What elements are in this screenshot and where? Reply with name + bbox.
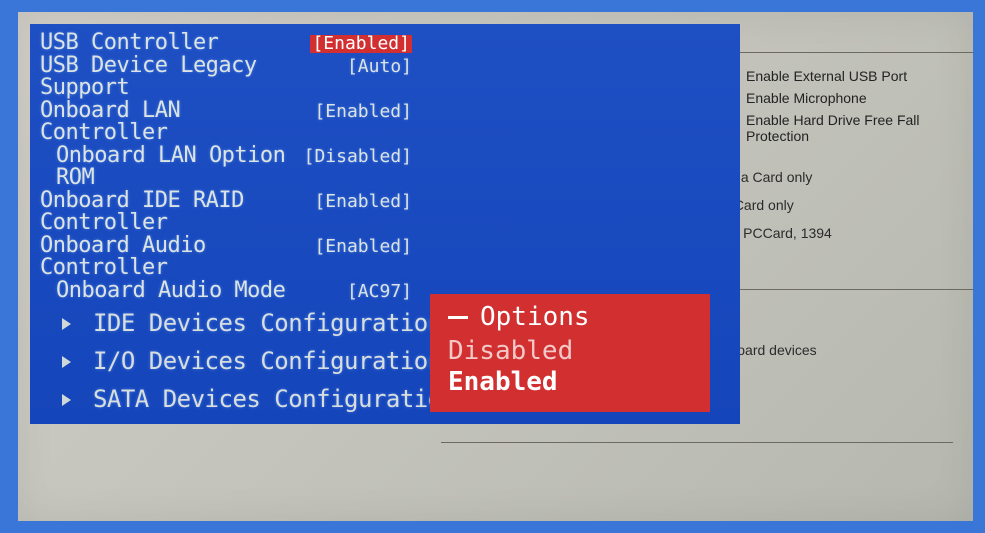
check-microphone[interactable]: Enable Microphone	[727, 87, 977, 109]
bottom-divider	[441, 442, 953, 443]
bios-item-label: USB Controller	[40, 32, 218, 54]
bios-item-label: Onboard LAN Option ROM	[40, 145, 304, 189]
option-enabled[interactable]: Enabled	[448, 367, 692, 398]
secondary-bios-panel: Miscellaneous Devices Enable Internal Mo…	[18, 12, 973, 521]
bios-item-label: USB Device Legacy Support	[40, 55, 347, 99]
bios-item-audio-mode[interactable]: Onboard Audio Mode [AC97]	[40, 280, 412, 302]
popup-title: Options	[480, 302, 590, 332]
checkbox-label: Enable Hard Drive Free Fall Protection	[746, 112, 977, 144]
bios-item-label: Onboard IDE RAID Controller	[40, 190, 314, 234]
bios-item-label: Onboard Audio Mode	[40, 280, 285, 302]
triangle-right-icon	[62, 356, 71, 368]
triangle-right-icon	[62, 394, 71, 406]
bios-item-value: [Enabled]	[310, 35, 412, 53]
submenu-label: I/O Devices Configuration	[93, 347, 442, 375]
bios-item-lan-controller[interactable]: Onboard LAN Controller [Enabled]	[40, 100, 412, 144]
bios-item-value: [Enabled]	[314, 238, 412, 256]
bios-item-value: [AC97]	[347, 283, 412, 301]
checkbox-label: Enable External USB Port	[746, 68, 907, 84]
bios-item-value: [Enabled]	[314, 193, 412, 211]
dash-icon	[448, 316, 468, 319]
option-disabled[interactable]: Disabled	[448, 336, 692, 367]
options-popup: Options Disabled Enabled	[430, 294, 710, 412]
bios-item-value: [Enabled]	[314, 103, 412, 121]
bios-item-label: Onboard LAN Controller	[40, 100, 314, 144]
bios-item-usb-controller[interactable]: USB Controller [Enabled]	[40, 32, 412, 54]
triangle-right-icon	[62, 318, 71, 330]
bios-item-value: [Auto]	[347, 58, 412, 76]
check-external-usb[interactable]: Enable External USB Port	[727, 65, 977, 87]
bios-item-label: Onboard Audio Controller	[40, 235, 314, 279]
checkbox-label: Enable Microphone	[746, 90, 867, 106]
submenu-label: IDE Devices Configuration	[93, 309, 442, 337]
bios-item-lan-option-rom[interactable]: Onboard LAN Option ROM [Disabled]	[40, 145, 412, 189]
bios-item-value: [Disabled]	[304, 148, 412, 166]
check-free-fall[interactable]: Enable Hard Drive Free Fall Protection	[727, 109, 977, 147]
bios-item-audio-controller[interactable]: Onboard Audio Controller [Enabled]	[40, 235, 412, 279]
bios-item-ide-raid[interactable]: Onboard IDE RAID Controller [Enabled]	[40, 190, 412, 234]
bios-item-usb-legacy[interactable]: USB Device Legacy Support [Auto]	[40, 55, 412, 99]
submenu-label: SATA Devices Configuration	[93, 385, 456, 413]
popup-title-row: Options	[448, 302, 692, 332]
checkbox-col-right: Enable External USB Port Enable Micropho…	[727, 65, 977, 147]
